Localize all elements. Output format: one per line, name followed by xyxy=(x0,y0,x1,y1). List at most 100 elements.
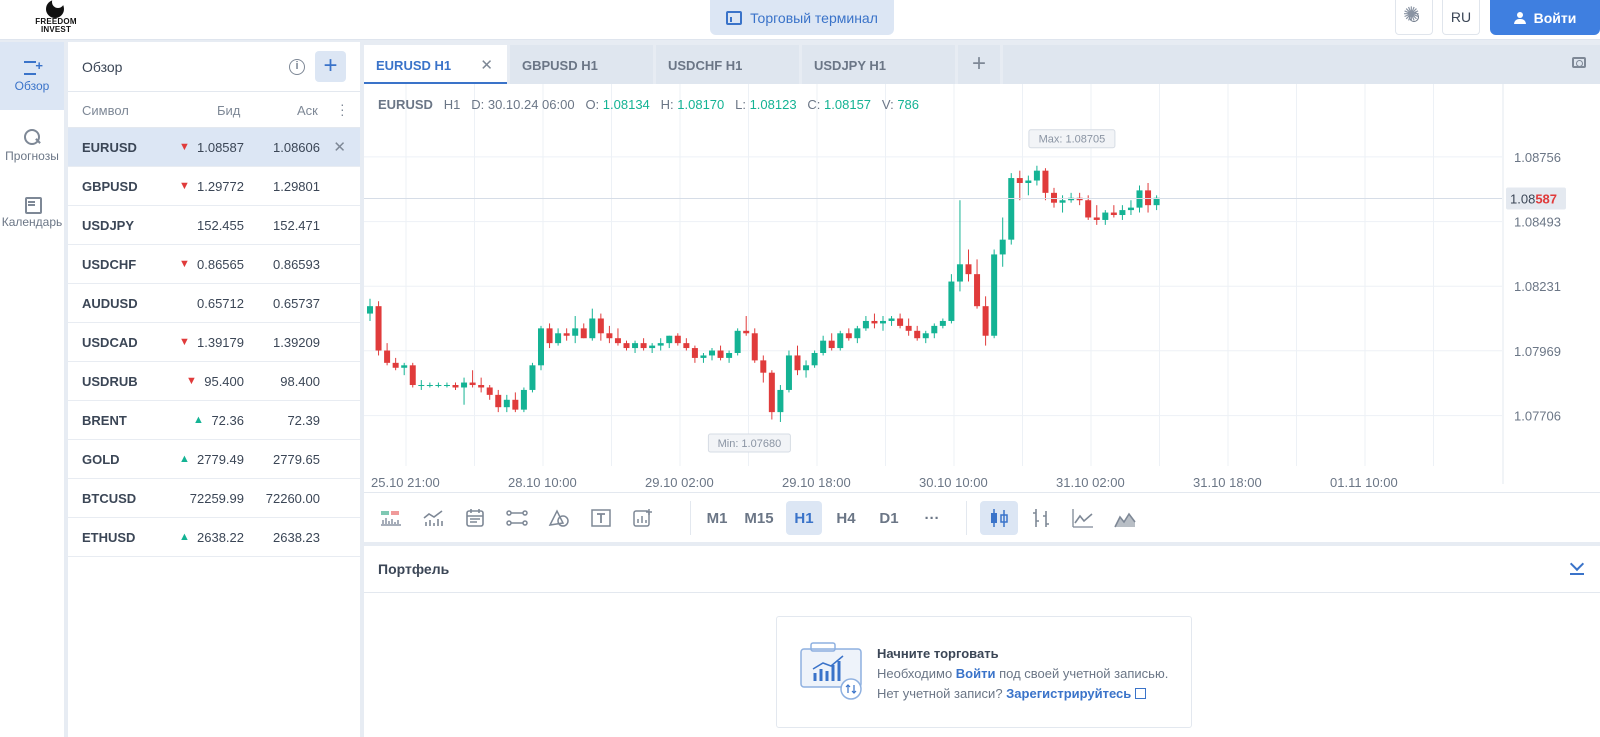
tab-eurusd-h1[interactable]: EURUSD H1 ✕ xyxy=(364,45,507,84)
candle-body xyxy=(956,264,963,282)
indicators-icon[interactable] xyxy=(374,501,408,535)
trend-line-icon[interactable] xyxy=(500,501,534,535)
candles-chart-icon[interactable] xyxy=(980,501,1018,535)
info-icon[interactable]: i xyxy=(289,59,305,75)
camera-icon[interactable] xyxy=(1572,57,1586,68)
candle-body xyxy=(435,385,442,387)
line-chart-icon[interactable] xyxy=(1066,501,1100,535)
candle-body xyxy=(760,360,767,373)
tab-usdjpy-h1[interactable]: USDJPY H1 xyxy=(802,45,955,84)
watchlist-row-gbpusd[interactable]: GBPUSD ▼ 1.29772 1.29801 xyxy=(68,167,360,206)
candle-body xyxy=(837,333,844,349)
bid-price: 1.08587 xyxy=(197,140,244,155)
add-tab-button[interactable]: + xyxy=(958,45,1000,84)
tab-label: USDCHF H1 xyxy=(668,58,743,73)
trading-illustration-icon xyxy=(800,642,862,700)
language-button[interactable]: RU xyxy=(1442,0,1480,35)
candle-body xyxy=(982,306,989,336)
more-options-icon[interactable]: · · · xyxy=(340,97,345,121)
watchlist-row-btcusd[interactable]: BTCUSD 72259.99 72260.00 xyxy=(68,479,360,518)
price-down-icon: ▼ xyxy=(179,141,190,153)
timeframe-m15[interactable]: M15 xyxy=(740,501,778,535)
watchlist-row-gold[interactable]: GOLD ▲ 2779.49 2779.65 xyxy=(68,440,360,479)
shapes-icon[interactable] xyxy=(542,501,576,535)
candle-body xyxy=(974,274,981,307)
timeframe-h4[interactable]: H4 xyxy=(828,501,864,535)
login-prompt-post: под своей учетной записью. xyxy=(995,666,1169,681)
login-button[interactable]: Войти xyxy=(1490,0,1600,35)
watchlist-panel: Обзор i + Символ Бид Аск · · · EURUSD ▼ 1.08… xyxy=(68,42,360,737)
price-chart[interactable]: 1.08756 1.08493 1.08231 1.07969 1.07706 1.085… xyxy=(364,84,1600,492)
text-tool-icon[interactable] xyxy=(584,501,618,535)
tab-gbpusd-h1[interactable]: GBPUSD H1 xyxy=(510,45,653,84)
candle-body xyxy=(871,320,878,324)
min-price-label: Min: 1.07680 xyxy=(718,438,782,450)
ohlc-timeframe: H1 xyxy=(443,97,461,112)
nav-item-overview[interactable]: Обзор xyxy=(0,42,64,110)
tab-usdchf-h1[interactable]: USDCHF H1 xyxy=(656,45,799,84)
area-chart-icon[interactable] xyxy=(1108,501,1142,535)
theme-toggle-button[interactable] xyxy=(1395,0,1433,35)
candle-body xyxy=(991,254,998,336)
timeframe-d1[interactable]: D1 xyxy=(871,501,907,535)
collapse-panel-icon[interactable] xyxy=(1570,560,1584,575)
column-ask[interactable]: Аск xyxy=(297,103,318,118)
watchlist-column-headers: Символ Бид Аск · · · xyxy=(68,92,360,128)
toolbar-divider xyxy=(690,501,691,535)
candle-body xyxy=(367,306,373,314)
login-label: Войти xyxy=(1533,9,1577,26)
watchlist-row-usdrub[interactable]: USDRUB ▼ 95.400 98.400 xyxy=(68,362,360,401)
candle-body xyxy=(931,325,938,334)
timeframe-h1[interactable]: H1 xyxy=(786,501,822,535)
candle-body xyxy=(803,365,810,371)
candle-body xyxy=(777,389,784,413)
toolbar-divider xyxy=(966,501,967,535)
ohlc-low-label: L: xyxy=(735,97,746,112)
candle-body xyxy=(700,355,707,358)
column-bid[interactable]: Бид xyxy=(217,103,240,118)
studies-icon[interactable] xyxy=(416,501,450,535)
ask-price: 72260.00 xyxy=(265,491,320,506)
time-tick-label: 31.10 18:00 xyxy=(1193,475,1262,490)
external-link-icon[interactable] xyxy=(1135,688,1147,699)
candle-body xyxy=(914,330,921,339)
watchlist-row-brent[interactable]: BRENT ▲ 72.36 72.39 xyxy=(68,401,360,440)
close-tab-icon[interactable]: ✕ xyxy=(480,56,493,74)
watchlist-row-usdjpy[interactable]: USDJPY 152.455 152.471 xyxy=(68,206,360,245)
candle-body xyxy=(717,350,724,358)
calendar-tool-icon[interactable] xyxy=(458,501,492,535)
column-symbol[interactable]: Символ xyxy=(82,103,129,118)
nav-item-label: Календарь xyxy=(1,215,63,229)
app: FREEDOM INVEST Торговый терминал RU Войт… xyxy=(0,0,1600,737)
more-timeframes-button[interactable]: ··· xyxy=(914,501,950,535)
timeframe-m1[interactable]: M1 xyxy=(698,501,736,535)
add-indicator-icon[interactable] xyxy=(626,501,660,535)
candle-body xyxy=(939,320,946,326)
login-link[interactable]: Войти xyxy=(956,666,996,681)
ask-price: 2779.65 xyxy=(273,452,320,467)
price-down-icon: ▼ xyxy=(179,258,190,270)
candle-body xyxy=(589,318,596,339)
trading-terminal-button[interactable]: Торговый терминал xyxy=(710,0,894,35)
chart-panel: EURUSD H1 ✕ GBPUSD H1 USDCHF H1 USDJPY H… xyxy=(364,42,1600,542)
watchlist-row-audusd[interactable]: AUDUSD 0.65712 0.65737 xyxy=(68,284,360,323)
watchlist-row-eurusd[interactable]: EURUSD ▼ 1.08587 1.08606 ✕ xyxy=(68,128,360,167)
freedom-invest-logo[interactable]: FREEDOM INVEST xyxy=(30,0,82,36)
bid-price: 0.65712 xyxy=(197,296,244,311)
register-link[interactable]: Зарегистрируйтесь xyxy=(1006,686,1131,701)
watchlist-row-ethusd[interactable]: ETHUSD ▲ 2638.22 2638.23 xyxy=(68,518,360,557)
watchlist-row-usdchf[interactable]: USDCHF ▼ 0.86565 0.86593 xyxy=(68,245,360,284)
nav-item-forecasts[interactable]: Прогнозы xyxy=(0,112,64,180)
ohlc-close: 1.08157 xyxy=(824,97,872,112)
add-symbol-button[interactable]: + xyxy=(315,51,346,82)
candle-body xyxy=(734,330,741,353)
ask-price: 152.471 xyxy=(273,218,320,233)
nav-item-label: Обзор xyxy=(14,79,50,93)
candle-body xyxy=(606,333,613,339)
watchlist-row-usdcad[interactable]: USDCAD ▼ 1.39179 1.39209 xyxy=(68,323,360,362)
nav-item-calendar[interactable]: Календарь xyxy=(0,178,64,246)
candle-body xyxy=(529,365,536,390)
remove-symbol-icon[interactable]: ✕ xyxy=(333,138,346,156)
time-tick-label: 30.10 10:00 xyxy=(919,475,988,490)
bars-chart-icon[interactable] xyxy=(1024,501,1058,535)
